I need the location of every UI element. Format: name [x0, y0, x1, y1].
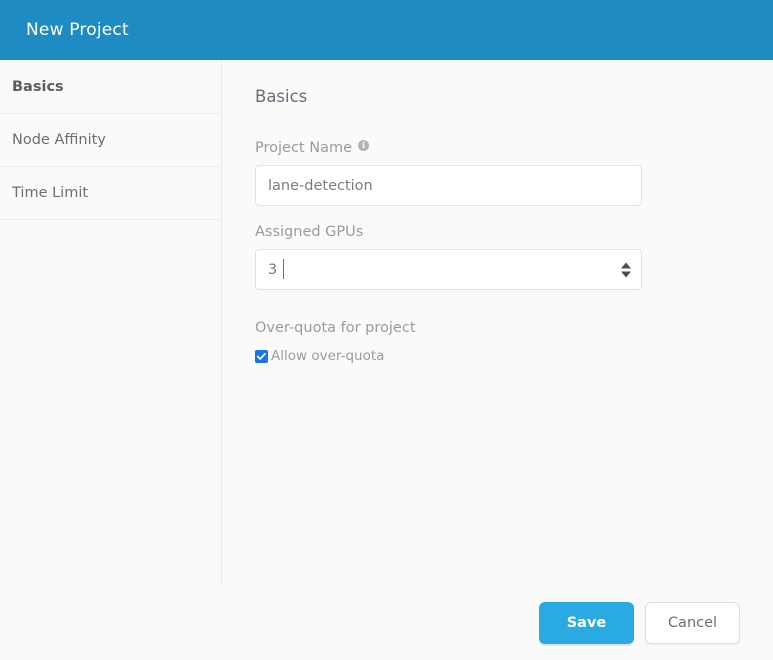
- sidebar-item-basics[interactable]: Basics: [0, 61, 221, 114]
- form-content: Basics Project Name i Assigned GPUs: [222, 61, 773, 585]
- assigned-gpus-stepper: [255, 249, 642, 290]
- dialog-footer: Save Cancel: [0, 585, 773, 660]
- sidebar-item-label: Node Affinity: [12, 132, 106, 148]
- allow-over-quota-label: Allow over-quota: [271, 348, 385, 364]
- dialog-title-bar: New Project: [0, 0, 773, 60]
- assigned-gpus-input[interactable]: [255, 249, 642, 290]
- info-icon[interactable]: i: [358, 139, 369, 151]
- sidebar: Basics Node Affinity Time Limit: [0, 61, 222, 585]
- project-name-label-text: Project Name: [255, 140, 352, 156]
- caret-up-icon[interactable]: [621, 262, 631, 268]
- field-project-name: Project Name i: [255, 139, 773, 206]
- text-caret: [283, 259, 284, 279]
- sidebar-item-node-affinity[interactable]: Node Affinity: [0, 114, 221, 167]
- assigned-gpus-label-text: Assigned GPUs: [255, 224, 364, 240]
- assigned-gpus-label: Assigned GPUs: [255, 224, 773, 240]
- sidebar-item-label: Time Limit: [12, 185, 89, 201]
- field-assigned-gpus: Assigned GPUs: [255, 224, 773, 290]
- stepper-controls[interactable]: [621, 262, 631, 277]
- cancel-button[interactable]: Cancel: [645, 601, 740, 644]
- allow-over-quota-row[interactable]: Allow over-quota: [255, 348, 773, 364]
- section-title: Basics: [255, 87, 308, 106]
- sidebar-item-time-limit[interactable]: Time Limit: [0, 167, 221, 220]
- dialog-body: Basics Node Affinity Time Limit Basics P…: [0, 61, 773, 585]
- page-title: New Project: [26, 20, 129, 40]
- project-name-input[interactable]: [255, 165, 642, 206]
- save-button[interactable]: Save: [539, 601, 634, 644]
- sidebar-item-label: Basics: [12, 79, 64, 95]
- caret-down-icon[interactable]: [621, 271, 631, 277]
- project-name-label: Project Name i: [255, 139, 773, 156]
- allow-over-quota-checkbox[interactable]: [255, 349, 268, 363]
- over-quota-group-label: Over-quota for project: [255, 320, 416, 336]
